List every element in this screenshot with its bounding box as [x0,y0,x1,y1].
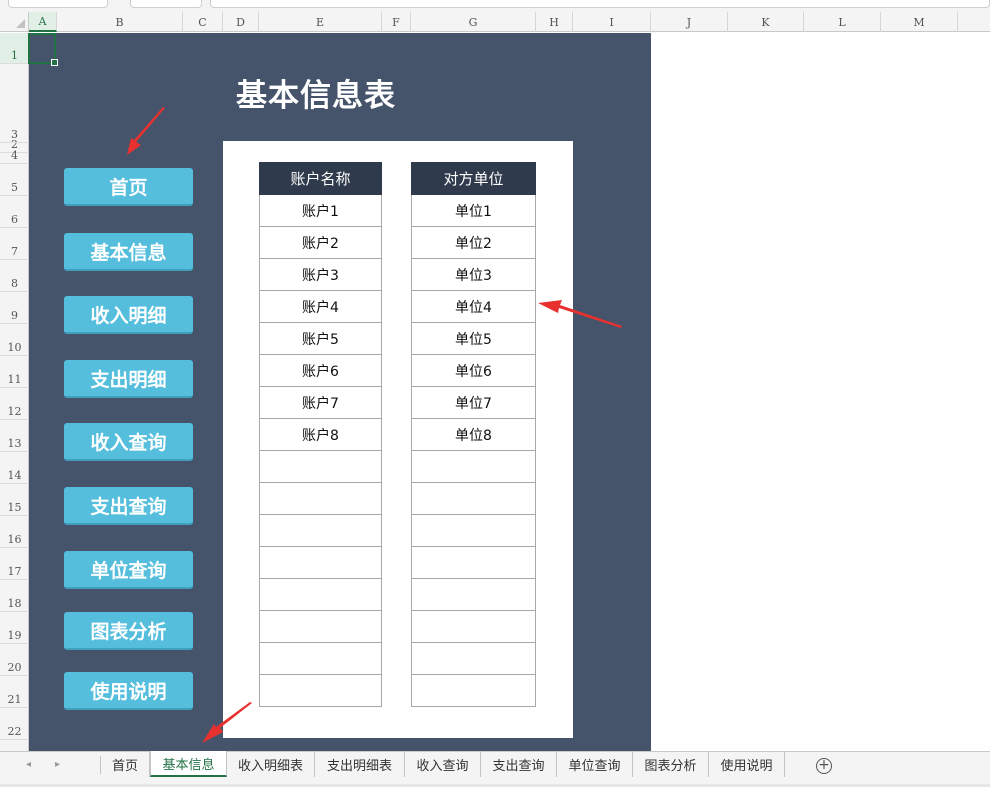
arrow-to-home-button [127,107,165,155]
sheet-tab-expense-detail[interactable]: 支出明细表 [315,752,405,777]
annotation-arrows [127,107,622,743]
sheet-tab-unit-query[interactable]: 单位查询 [557,752,633,777]
scroll-left-icon[interactable]: ◂ [26,759,31,770]
arrow-to-table [538,300,622,328]
sheet-tab-instructions[interactable]: 使用说明 [709,752,785,777]
sheet-tab-expense-query[interactable]: 支出查询 [481,752,557,777]
spreadsheet-window: A B C D E F G H I J K L M 1 2 3 4 5 6 7 … [0,0,990,787]
add-sheet-icon[interactable]: + [816,758,832,774]
arrow-to-sheet-tab [202,702,252,743]
sheet-tab-chart-analysis[interactable]: 图表分析 [633,752,709,777]
scroll-right-icon[interactable]: ▸ [55,759,60,770]
sheet-tab-bar: ◂ ▸ 首页 基本信息 收入明细表 支出明细表 收入查询 支出查询 单位查询 图… [0,751,990,787]
sheet-tab-basic-info[interactable]: 基本信息 [150,751,227,777]
sheet-tab-income-query[interactable]: 收入查询 [405,752,481,777]
sheet-tab-income-detail[interactable]: 收入明细表 [227,752,315,777]
sheet-tab-home[interactable]: 首页 [101,752,150,777]
